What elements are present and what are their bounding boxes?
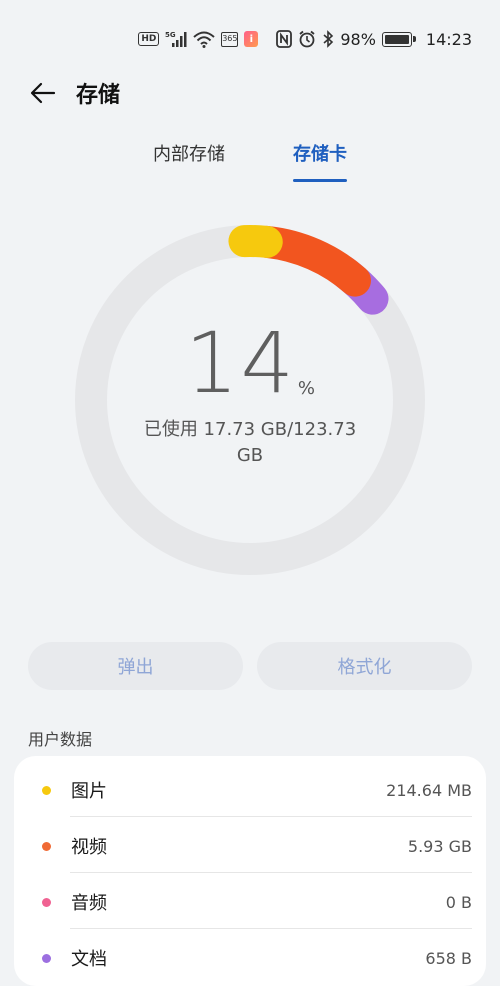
documents-color-dot bbox=[42, 953, 51, 963]
item-name: 视频 bbox=[71, 837, 107, 858]
storage-tabs: 内部存储 存储卡 bbox=[0, 140, 500, 182]
card-actions: 弹出 格式化 bbox=[28, 642, 472, 690]
divider bbox=[70, 816, 472, 817]
app-notification-icon: i bbox=[244, 31, 259, 47]
nfc-icon bbox=[276, 30, 293, 48]
item-name: 音频 bbox=[71, 893, 107, 914]
battery-icon bbox=[381, 31, 416, 47]
list-item-audio[interactable]: 音频 0 B bbox=[14, 874, 486, 930]
bluetooth-icon bbox=[322, 30, 334, 48]
used-percent: 14 bbox=[185, 314, 296, 412]
clock: 14:23 bbox=[425, 29, 472, 49]
alarm-icon bbox=[298, 30, 316, 48]
audio-color-dot bbox=[42, 897, 51, 907]
used-capacity-text: 已使用 17.73 GB/123.73 GB bbox=[143, 419, 357, 466]
status-bar: HD 5G 365 i 98% 14:23 bbox=[0, 0, 500, 70]
item-name: 文档 bbox=[71, 949, 107, 970]
signal-5g-icon: 5G bbox=[165, 30, 187, 48]
tab-internal-storage[interactable]: 内部存储 bbox=[153, 140, 225, 180]
gauge-center: 14 % 已使用 17.73 GB/123.73 GB bbox=[72, 222, 428, 578]
battery-percent: 98% bbox=[340, 29, 376, 49]
list-item-documents[interactable]: 文档 658 B bbox=[14, 930, 486, 986]
storage-usage-gauge: 14 % 已使用 17.73 GB/123.73 GB bbox=[72, 222, 428, 578]
eject-button[interactable]: 弹出 bbox=[28, 642, 243, 690]
hd-icon: HD bbox=[138, 32, 160, 46]
item-size: 214.64 MB bbox=[386, 780, 472, 800]
videos-color-dot bbox=[42, 841, 51, 851]
header: 存储 bbox=[0, 70, 500, 116]
item-size: 0 B bbox=[445, 892, 472, 912]
user-data-card: 图片 214.64 MB 视频 5.93 GB 音频 0 B 文档 658 B bbox=[14, 756, 486, 986]
percent-unit: % bbox=[297, 378, 315, 399]
svg-text:5G: 5G bbox=[165, 31, 176, 39]
back-button[interactable] bbox=[28, 78, 58, 108]
back-arrow-icon bbox=[30, 82, 56, 104]
page-title: 存储 bbox=[76, 83, 121, 108]
divider bbox=[70, 872, 472, 873]
images-color-dot bbox=[42, 785, 51, 795]
divider bbox=[70, 928, 472, 929]
section-label-user-data: 用户数据 bbox=[28, 730, 93, 749]
format-button[interactable]: 格式化 bbox=[257, 642, 472, 690]
calendar-icon: 365 bbox=[221, 31, 239, 47]
list-item-images[interactable]: 图片 214.64 MB bbox=[14, 762, 486, 818]
wifi-icon bbox=[193, 30, 215, 48]
list-item-videos[interactable]: 视频 5.93 GB bbox=[14, 818, 486, 874]
item-name: 图片 bbox=[71, 781, 107, 802]
item-size: 5.93 GB bbox=[407, 836, 472, 856]
tab-storage-card[interactable]: 存储卡 bbox=[293, 140, 347, 182]
